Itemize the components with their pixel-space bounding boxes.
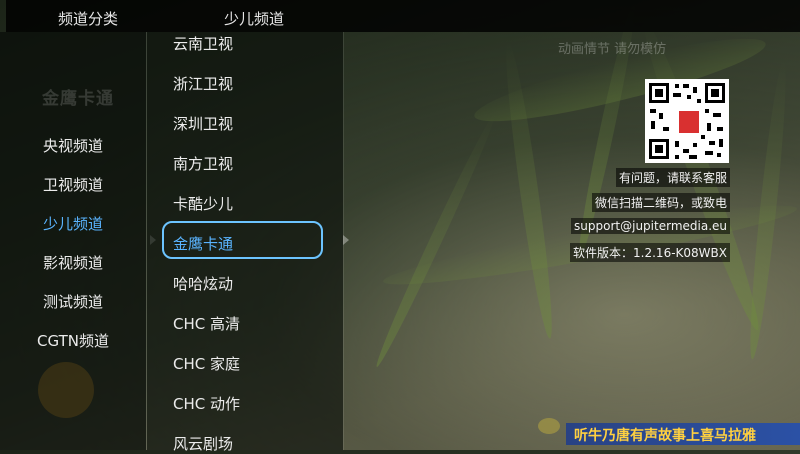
support-info-line: 微信扫描二维码，或致电	[591, 193, 730, 212]
category-item-cctv[interactable]: 央视频道	[0, 135, 146, 156]
mascot-logo-icon	[38, 362, 94, 418]
bee-icon	[538, 418, 560, 434]
software-version: 软件版本：1.2.16-K08WBX	[570, 243, 730, 262]
channel-item[interactable]: 风云剧场	[173, 433, 233, 454]
support-info-line: 有问题，请联系客服	[615, 168, 730, 187]
channel-item[interactable]: CHC 家庭	[173, 353, 240, 374]
qr-code-icon	[645, 79, 729, 163]
channel-item[interactable]: 南方卫视	[173, 153, 233, 174]
channel-focus-ring	[162, 221, 323, 259]
channel-item[interactable]: 卡酷少儿	[173, 193, 233, 214]
brand-logo-icon	[677, 109, 701, 135]
header-bar: 频道分类 少儿频道	[6, 0, 800, 32]
chevron-right-icon	[343, 235, 349, 245]
category-panel-title: 频道分类	[58, 10, 119, 28]
channel-item[interactable]: 云南卫视	[173, 33, 233, 54]
promo-marquee: 听牛乃唐有声故事上喜马拉雅	[566, 423, 800, 445]
category-item-test[interactable]: 测试频道	[0, 291, 146, 312]
current-category-title: 少儿频道	[224, 10, 285, 28]
category-item-movies[interactable]: 影视频道	[0, 252, 146, 273]
category-item-satellite[interactable]: 卫视频道	[0, 174, 146, 195]
channel-item[interactable]: 浙江卫视	[173, 73, 233, 94]
channel-logo-watermark: 金鹰卡通	[42, 89, 114, 109]
program-hint-text: 动画情节 请勿模仿	[558, 42, 667, 57]
support-email: support@jupitermedia.eu	[571, 218, 730, 234]
category-item-cgtn[interactable]: CGTN频道	[0, 330, 146, 351]
channel-item[interactable]: CHC 动作	[173, 393, 240, 414]
marquee-text: 听牛乃唐有声故事上喜马拉雅	[574, 428, 756, 444]
channel-item[interactable]: 深圳卫视	[173, 113, 233, 134]
channel-item[interactable]: CHC 高清	[173, 313, 240, 334]
category-item-kids[interactable]: 少儿频道	[0, 213, 146, 234]
channel-item[interactable]: 哈哈炫动	[173, 273, 233, 294]
